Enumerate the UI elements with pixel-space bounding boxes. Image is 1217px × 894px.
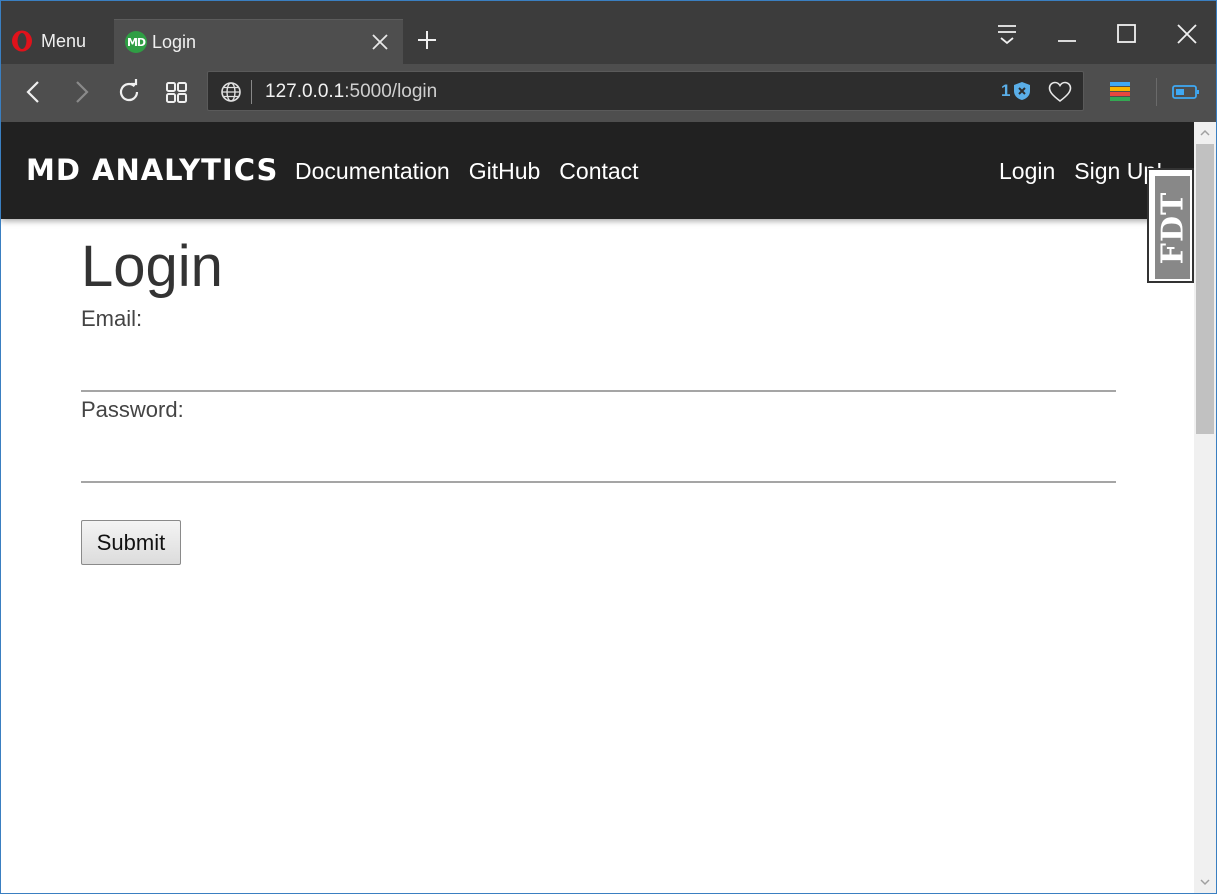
email-label: Email: xyxy=(81,306,143,331)
battery-icon[interactable] xyxy=(1172,84,1200,100)
url-host: 127.0.0.1 xyxy=(265,81,345,102)
minimize-icon[interactable] xyxy=(1052,19,1082,49)
fdt-badge-inner: FDT xyxy=(1155,176,1190,279)
opera-logo-icon xyxy=(12,30,32,52)
password-field[interactable] xyxy=(81,425,1116,483)
vertical-scrollbar[interactable] xyxy=(1194,122,1216,893)
tab-title: Login xyxy=(152,32,197,52)
plus-icon[interactable] xyxy=(415,28,439,52)
maximize-icon[interactable] xyxy=(1112,19,1142,49)
tab-favicon-icon: MD xyxy=(125,31,147,53)
tracker-count: 1 xyxy=(1001,81,1011,100)
shield-icon xyxy=(1014,82,1031,100)
nav-link-contact[interactable]: Contact xyxy=(559,158,638,185)
submit-button[interactable]: Submit xyxy=(81,520,181,565)
tab-login[interactable]: MD Login xyxy=(114,19,403,64)
nav-link-login[interactable]: Login xyxy=(999,158,1055,185)
nav-link-documentation[interactable]: Documentation xyxy=(295,158,450,185)
nav-auth-links: Login Sign Up! xyxy=(999,158,1163,185)
back-icon[interactable] xyxy=(20,78,48,106)
scroll-down-icon[interactable] xyxy=(1194,871,1216,893)
menu-label: Menu xyxy=(41,30,87,51)
forward-icon[interactable] xyxy=(67,78,95,106)
email-field[interactable] xyxy=(81,334,1116,392)
address-bar[interactable]: 127.0.0.1:5000/login 1 xyxy=(207,71,1084,111)
close-window-icon[interactable] xyxy=(1172,19,1202,49)
url-path: :5000/login xyxy=(344,81,438,102)
nav-links: Documentation GitHub Contact xyxy=(295,158,639,185)
site-brand[interactable]: MD ANALYTICS xyxy=(26,153,278,187)
nav-link-github[interactable]: GitHub xyxy=(469,158,541,185)
extension-icon[interactable] xyxy=(1109,81,1131,105)
password-label: Password: xyxy=(81,397,184,422)
close-icon[interactable] xyxy=(369,31,391,53)
filter-icon[interactable] xyxy=(992,19,1022,49)
heart-icon[interactable] xyxy=(1048,81,1072,103)
reload-icon[interactable] xyxy=(115,78,143,106)
tracker-blocker-badge[interactable]: 1 xyxy=(1001,81,1031,101)
tab-strip: Menu MD Login xyxy=(1,1,1216,64)
site-navbar: MD ANALYTICS Documentation GitHub Contac… xyxy=(1,122,1194,219)
opera-menu-button[interactable]: Menu xyxy=(11,23,86,59)
fdt-text: FDT xyxy=(1155,191,1190,264)
scrollbar-thumb[interactable] xyxy=(1196,144,1214,434)
login-form: Login Email: Password: Submit xyxy=(81,232,1117,565)
page-title: Login xyxy=(81,234,223,299)
toolbar-divider xyxy=(1156,78,1157,106)
browser-window: Menu MD Login 127.0.0.1:5000/login 1 MD … xyxy=(0,0,1217,894)
scroll-up-icon[interactable] xyxy=(1194,122,1216,144)
globe-icon xyxy=(221,82,241,102)
address-bar-row: 127.0.0.1:5000/login 1 xyxy=(1,64,1216,122)
page-viewport: MD ANALYTICS Documentation GitHub Contac… xyxy=(1,122,1194,893)
fdt-badge[interactable]: FDT xyxy=(1147,168,1194,283)
url-text[interactable]: 127.0.0.1:5000/login xyxy=(265,81,437,103)
url-divider xyxy=(251,80,252,104)
speed-dial-icon[interactable] xyxy=(163,78,191,106)
